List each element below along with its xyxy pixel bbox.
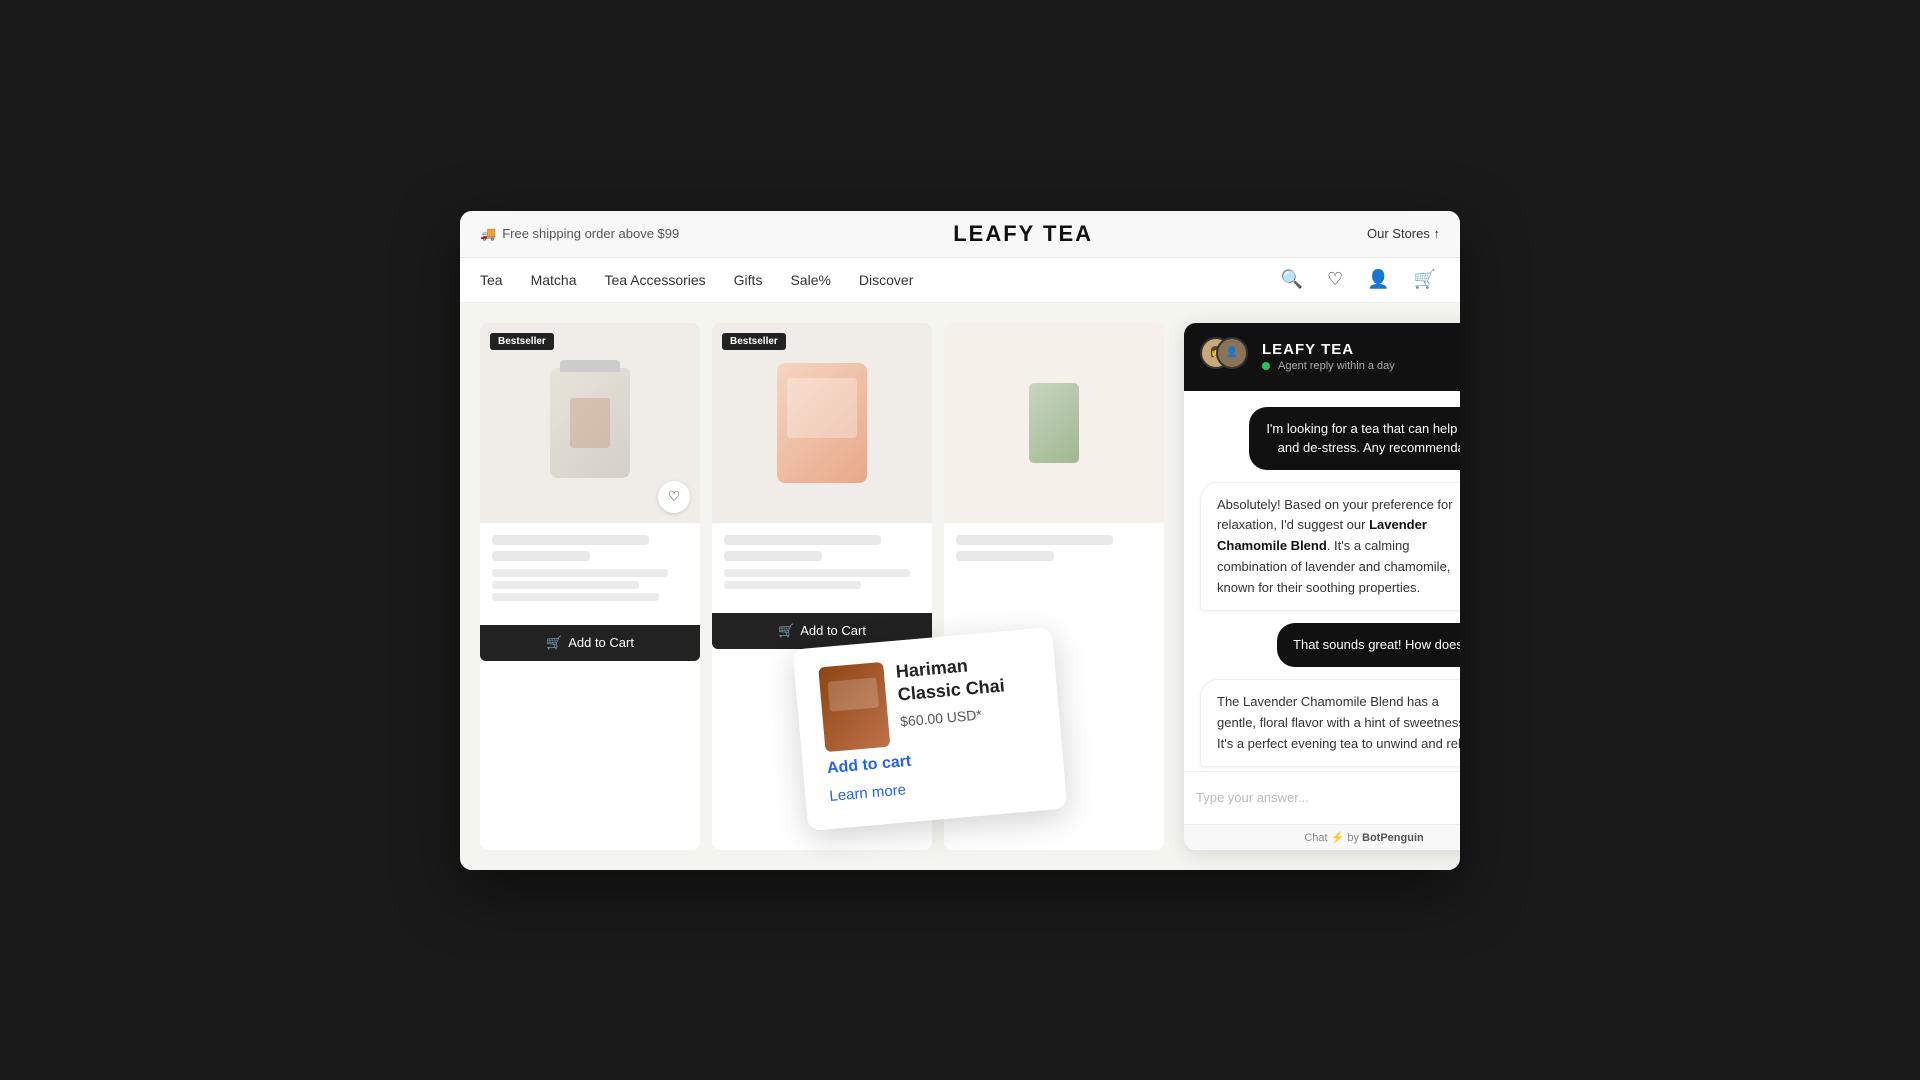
heart-icon: ♡ [1327,269,1343,289]
chat-status-text: Agent reply within a day [1278,360,1395,372]
shipping-notice: 🚚 Free shipping order above $99 [480,226,679,242]
product-popup: Hariman Classic Chai $60.00 USD* Add to … [793,627,1068,831]
product-name-placeholder-2 [724,535,881,545]
bestseller-badge-2: Bestseller [722,333,786,350]
detail-line [724,581,861,589]
wishlist-button[interactable]: ♡ [1323,265,1347,294]
shipping-text: Free shipping order above $99 [502,226,679,241]
chat-header-info: LEAFY TEA Agent reply within a day [1262,341,1458,372]
agent-message-2: The Lavender Chamomile Blend has a gentl… [1200,679,1460,767]
tin-label [570,398,610,448]
popup-product-name: Hariman Classic Chai [895,649,1034,707]
account-button[interactable]: 👤 [1363,265,1393,294]
chat-header: 👩 👤 LEAFY TEA Agent reply within a day ⋮… [1184,323,1460,391]
tea-tin-3 [1029,383,1079,463]
cart-icon-btn-2: 🛒 [778,623,794,639]
product-image-1: ♡ [480,323,700,523]
agent-avatar-2: 👤 [1216,337,1248,369]
popup-product-details: Hariman Classic Chai $60.00 USD* [895,649,1037,745]
cart-icon-btn: 🛒 [546,635,562,651]
browser-window: 🚚 Free shipping order above $99 LEAFY TE… [460,211,1460,870]
product-name-placeholder-1 [492,535,649,545]
chat-widget: 👩 👤 LEAFY TEA Agent reply within a day ⋮… [1184,323,1460,850]
user-message-1: I'm looking for a tea that can help me r… [1249,407,1460,470]
tin-decoration [787,378,857,438]
add-to-cart-1[interactable]: 🛒 Add to Cart [480,625,700,661]
product-info-3 [944,523,1164,577]
lightning-icon: ⚡ [1331,832,1345,844]
truck-icon: 🚚 [480,226,496,242]
stores-text: Our Stores ↑ [1367,226,1440,241]
site-title: LEAFY TEA [953,221,1093,247]
nav-bar: Tea Matcha Tea Accessories Gifts Sale% D… [460,258,1460,303]
detail-line [492,581,639,589]
stores-link[interactable]: Our Stores ↑ [1367,226,1440,241]
product-image-2 [712,323,932,523]
chat-input-area: 😊 ➤ [1184,771,1460,824]
detail-line [492,569,668,577]
products-area: Bestseller ♡ [480,323,1164,850]
nav-link-gifts[interactable]: Gifts [734,272,763,288]
chat-footer: Chat ⚡ by BotPenguin [1184,824,1460,850]
product-card-1: Bestseller ♡ [480,323,700,850]
nav-link-tea[interactable]: Tea [480,272,503,288]
online-indicator [1262,362,1270,370]
product-price-placeholder-2 [724,551,822,561]
heart-icon-small: ♡ [668,488,681,505]
agent-message-1: Absolutely! Based on your preference for… [1200,482,1460,612]
user-icon: 👤 [1367,269,1389,289]
product-name-placeholder-3 [956,535,1113,545]
cart-button[interactable]: 🛒 [1410,265,1440,294]
tea-tin-2 [777,363,867,483]
product-price-placeholder-1 [492,551,590,561]
nav-link-discover[interactable]: Discover [859,272,913,288]
chat-avatar-group: 👩 👤 [1200,337,1250,377]
nav-link-sale[interactable]: Sale% [790,272,830,288]
product-info-1 [480,523,700,617]
popup-tin-label [827,677,878,711]
nav-links: Tea Matcha Tea Accessories Gifts Sale% D… [480,258,913,302]
product-info-2 [712,523,932,605]
search-icon: 🔍 [1281,269,1303,289]
chat-input[interactable] [1196,790,1459,805]
tea-tin-illustration-1 [550,368,630,478]
nav-link-matcha[interactable]: Matcha [531,272,577,288]
detail-line [724,569,910,577]
cart-icon: 🛒 [1414,269,1436,289]
nav-link-tea-accessories[interactable]: Tea Accessories [605,272,706,288]
top-bar: 🚚 Free shipping order above $99 LEAFY TE… [460,211,1460,258]
nav-icons: 🔍 ♡ 👤 🛒 [1277,265,1440,294]
chat-status: Agent reply within a day [1262,360,1458,372]
product-details-1 [492,569,688,601]
wishlist-product-1[interactable]: ♡ [658,481,690,513]
popup-product-image [818,661,890,751]
product-details-2 [724,569,920,589]
detail-line [492,593,659,601]
botpenguin-link[interactable]: BotPenguin [1362,832,1424,844]
chat-brand-name: LEAFY TEA [1262,341,1458,358]
product-price-placeholder-3 [956,551,1054,561]
product-image-3 [944,323,1164,523]
main-content: Bestseller ♡ [460,303,1460,870]
search-button[interactable]: 🔍 [1277,265,1307,294]
user-message-2: That sounds great! How does it taste? [1277,623,1460,667]
chat-footer-text: Chat ⚡ by BotPenguin [1304,832,1423,844]
chat-messages: I'm looking for a tea that can help me r… [1184,391,1460,771]
